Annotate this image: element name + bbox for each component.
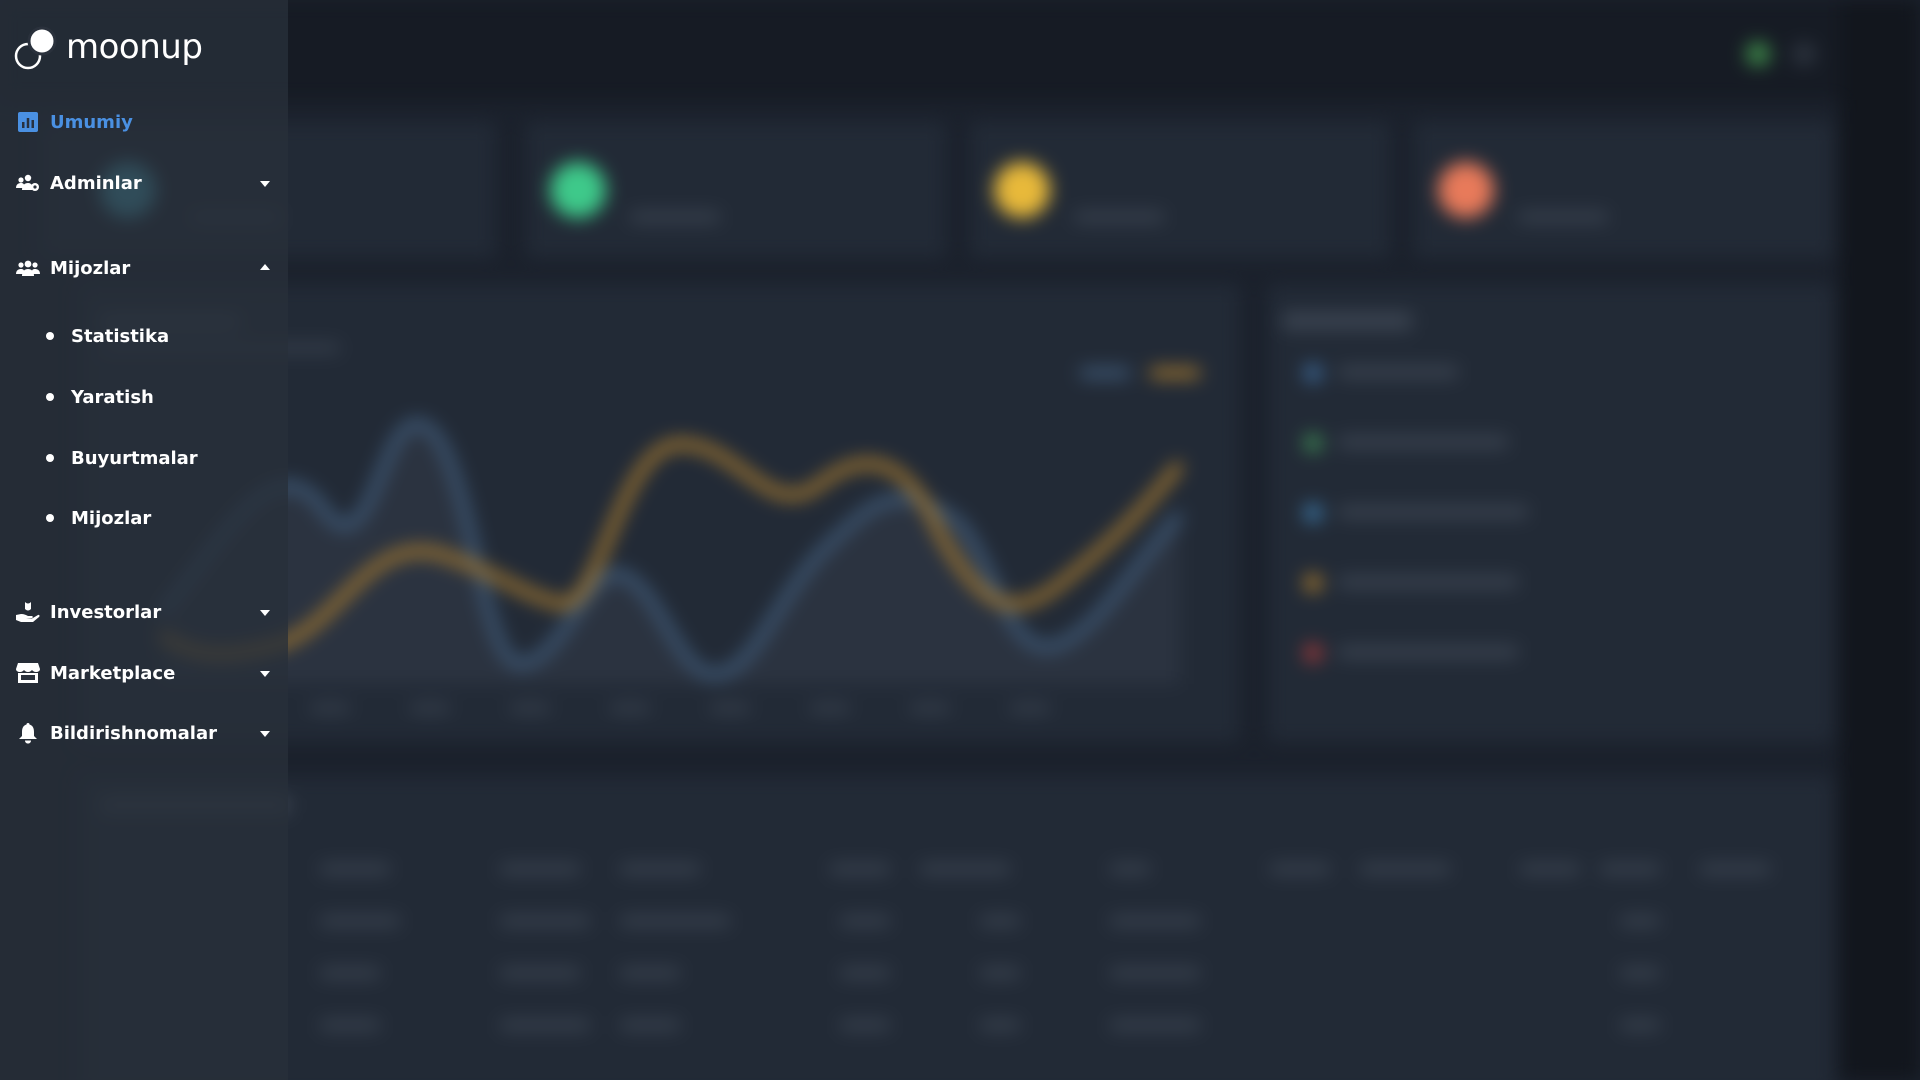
sidebar-subitem-mijozlar[interactable]: Mijozlar <box>46 503 151 533</box>
moon-logo-icon <box>14 26 60 72</box>
sidebar-item-mijozlar[interactable]: Mijozlar <box>16 251 274 285</box>
sidebar-subitem-yaratish[interactable]: Yaratish <box>46 382 154 412</box>
dashboard-backdrop <box>0 0 1920 1080</box>
sidebar-item-label: Mijozlar <box>50 257 131 279</box>
sidebar-item-investorlar[interactable]: Investorlar <box>16 595 274 629</box>
bullet-icon <box>46 454 54 462</box>
sidebar-item-label: Investorlar <box>50 601 162 623</box>
sidebar-item-label: Marketplace <box>50 662 176 684</box>
store-icon <box>16 661 40 685</box>
users-cog-icon <box>16 171 40 195</box>
stat-icon <box>1438 162 1494 218</box>
bullet-icon <box>46 514 54 522</box>
sidebar-item-bildirishnomalar[interactable]: Bildirishnomalar <box>16 716 274 750</box>
hand-holding-icon <box>16 600 40 624</box>
sidebar: moonup Umumiy Adminlar Mijozlar Statisti… <box>0 0 288 1080</box>
chevron-down-icon <box>260 731 270 737</box>
top-bar <box>0 0 1920 100</box>
sidebar-subitem-label: Statistika <box>71 325 170 347</box>
chevron-down-icon <box>260 671 270 677</box>
timeline-card <box>1268 284 1834 742</box>
bullet-icon <box>46 332 54 340</box>
sidebar-item-marketplace[interactable]: Marketplace <box>16 656 274 690</box>
stat-card-3 <box>970 122 1390 258</box>
sidebar-subitem-label: Buyurtmalar <box>71 447 198 469</box>
chevron-up-icon <box>260 264 270 270</box>
table-card <box>80 776 1834 1080</box>
sidebar-subitem-buyurtmalar[interactable]: Buyurtmalar <box>46 443 198 473</box>
stat-card-4 <box>1414 122 1834 258</box>
bullet-icon <box>46 393 54 401</box>
sidebar-item-label: Bildirishnomalar <box>50 722 217 744</box>
stat-icon <box>994 162 1050 218</box>
sidebar-item-adminlar[interactable]: Adminlar <box>16 166 274 200</box>
stat-card-2 <box>526 122 946 258</box>
sidebar-item-label: Umumiy <box>50 111 133 133</box>
bell-icon <box>16 721 40 745</box>
stat-icon <box>550 162 606 218</box>
sidebar-subitem-label: Mijozlar <box>71 507 152 529</box>
chevron-down-icon <box>260 181 270 187</box>
sidebar-item-umumiy[interactable]: Umumiy <box>16 105 274 139</box>
sidebar-item-label: Adminlar <box>50 172 142 194</box>
brand-logo[interactable]: moonup <box>14 26 203 72</box>
bar-chart-icon <box>16 110 40 134</box>
brand-name: moonup <box>66 27 203 67</box>
chevron-down-icon <box>260 610 270 616</box>
users-icon <box>16 256 40 280</box>
sidebar-subitem-label: Yaratish <box>71 386 154 408</box>
sidebar-subitem-statistika[interactable]: Statistika <box>46 321 169 351</box>
